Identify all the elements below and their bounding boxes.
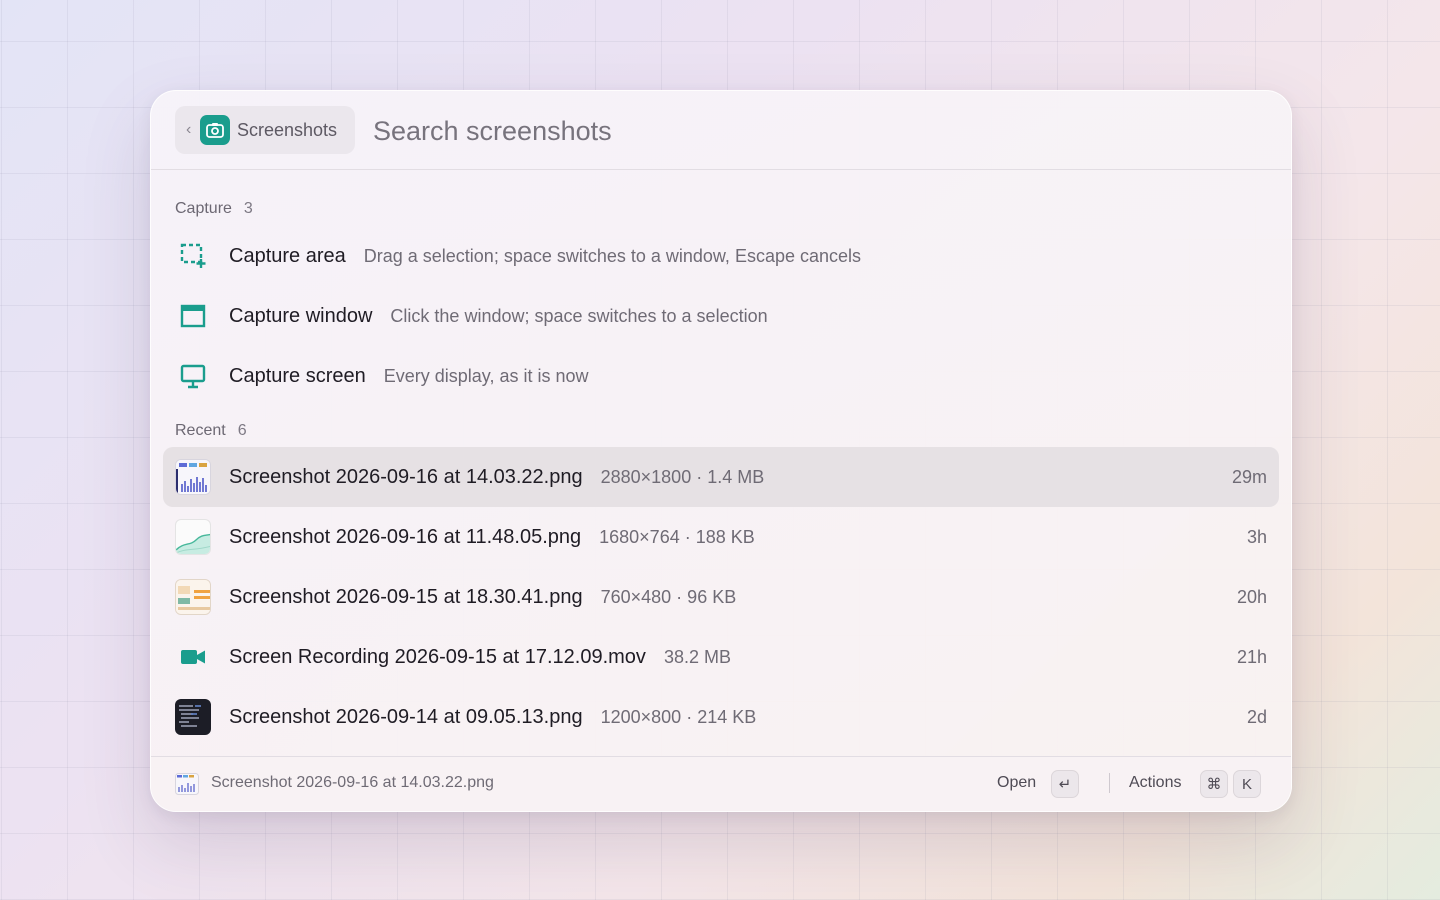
item-title-text: Screenshot 2026-09-16 at 11.48.05.png xyxy=(229,525,582,548)
recent-item-selected[interactable]: Screenshot 2026-09-16 at 14.03.22.png 288… xyxy=(163,447,1279,507)
section-label: Recent xyxy=(175,422,226,439)
item-meta: 760×480 · 96 KB xyxy=(600,586,737,607)
item-title-text: Screen Recording 2026-09-15 at 17.12.09.… xyxy=(229,645,646,668)
item-title-text: Capture screen xyxy=(229,364,366,387)
footer-bar: Screenshot 2026-09-16 at 14.03.22.png Op… xyxy=(151,756,1291,811)
item-title: Capture window Click the window; space sw… xyxy=(229,305,768,328)
item-title: Screen Recording 2026-09-15 at 17.12.09.… xyxy=(229,646,731,669)
item-meta: 1680×764 · 188 KB xyxy=(599,526,755,547)
item-title: Screenshot 2026-09-15 at 18.30.41.png 760… xyxy=(229,586,736,609)
breadcrumb-back-button[interactable]: ‹ Screenshots xyxy=(175,106,355,154)
item-subtitle: Every display, as it is now xyxy=(383,365,589,386)
command-key-badge: ⌘ xyxy=(1200,770,1228,798)
item-age: 29m xyxy=(1231,466,1267,487)
item-age: 3h xyxy=(1246,526,1267,547)
code-editor-thumbnail-icon xyxy=(175,699,211,735)
capture-window-item[interactable]: Capture window Click the window; space sw… xyxy=(163,286,1279,346)
video-camera-icon xyxy=(175,639,211,675)
actions-button[interactable]: Actions xyxy=(1129,774,1181,792)
enter-key-badge: ↵ xyxy=(1051,770,1079,798)
open-action-label[interactable]: Open xyxy=(997,774,1036,792)
capture-screen-icon xyxy=(175,358,211,394)
item-age: 20h xyxy=(1236,586,1267,607)
app-window-thumbnail-icon xyxy=(175,579,211,615)
item-subtitle: Drag a selection; space switches to a wi… xyxy=(363,245,862,266)
item-title: Capture area Drag a selection; space swit… xyxy=(229,245,861,268)
camera-icon xyxy=(200,115,230,145)
recent-item[interactable]: Screen Recording 2026-09-15 at 17.12.09.… xyxy=(163,627,1279,687)
section-label: Capture xyxy=(175,200,232,217)
section-count: 3 xyxy=(243,200,253,217)
footer-divider xyxy=(1109,773,1110,793)
item-title: Screenshot 2026-09-14 at 09.05.13.png 120… xyxy=(229,706,756,729)
item-title: Screenshot 2026-09-16 at 14.03.22.png 288… xyxy=(229,466,764,489)
capture-screen-item[interactable]: Capture screen Every display, as it is no… xyxy=(163,346,1279,406)
item-age: 2d xyxy=(1246,706,1267,727)
item-meta: 38.2 MB xyxy=(663,646,731,667)
item-title-text: Screenshot 2026-09-15 at 18.30.41.png xyxy=(229,585,583,608)
item-title-text: Screenshot 2026-09-14 at 09.05.13.png xyxy=(229,705,583,728)
launcher-window: ‹ Screenshots Capture 3 Capture area Drag … xyxy=(150,90,1292,812)
item-subtitle: Click the window; space switches to a se… xyxy=(390,305,768,326)
chart-thumbnail-icon xyxy=(175,459,211,495)
section-header-capture: Capture 3 xyxy=(175,200,253,218)
search-header: ‹ Screenshots xyxy=(151,91,1291,170)
capture-area-icon xyxy=(175,238,211,274)
recent-item[interactable]: Screenshot 2026-09-15 at 18.30.41.png 760… xyxy=(163,567,1279,627)
chevron-left-icon: ‹ xyxy=(186,121,192,138)
capture-window-icon xyxy=(175,298,211,334)
recent-item[interactable]: Screenshot 2026-09-16 at 11.48.05.png 168… xyxy=(163,507,1279,567)
item-meta: 1200×800 · 214 KB xyxy=(600,706,757,727)
capture-area-item[interactable]: Capture area Drag a selection; space swit… xyxy=(163,226,1279,286)
recent-item[interactable]: Screenshot 2026-09-14 at 09.05.13.png 120… xyxy=(163,687,1279,747)
item-title-text: Screenshot 2026-09-16 at 14.03.22.png xyxy=(229,465,583,488)
chart-thumbnail-icon xyxy=(175,773,199,795)
k-key-badge: K xyxy=(1233,770,1261,798)
item-title: Screenshot 2026-09-16 at 11.48.05.png 168… xyxy=(229,526,755,549)
item-age: 21h xyxy=(1236,646,1267,667)
section-count: 6 xyxy=(237,422,247,439)
area-chart-thumbnail-icon xyxy=(175,519,211,555)
item-title: Capture screen Every display, as it is no… xyxy=(229,365,589,388)
item-meta: 2880×1800 · 1.4 MB xyxy=(600,466,765,487)
section-header-recent: Recent 6 xyxy=(175,422,247,440)
breadcrumb-label: Screenshots xyxy=(237,119,338,140)
item-title-text: Capture area xyxy=(229,244,346,267)
selected-file-name: Screenshot 2026-09-16 at 14.03.22.png xyxy=(211,774,494,791)
search-input[interactable] xyxy=(373,111,1253,151)
item-title-text: Capture window xyxy=(229,304,373,327)
